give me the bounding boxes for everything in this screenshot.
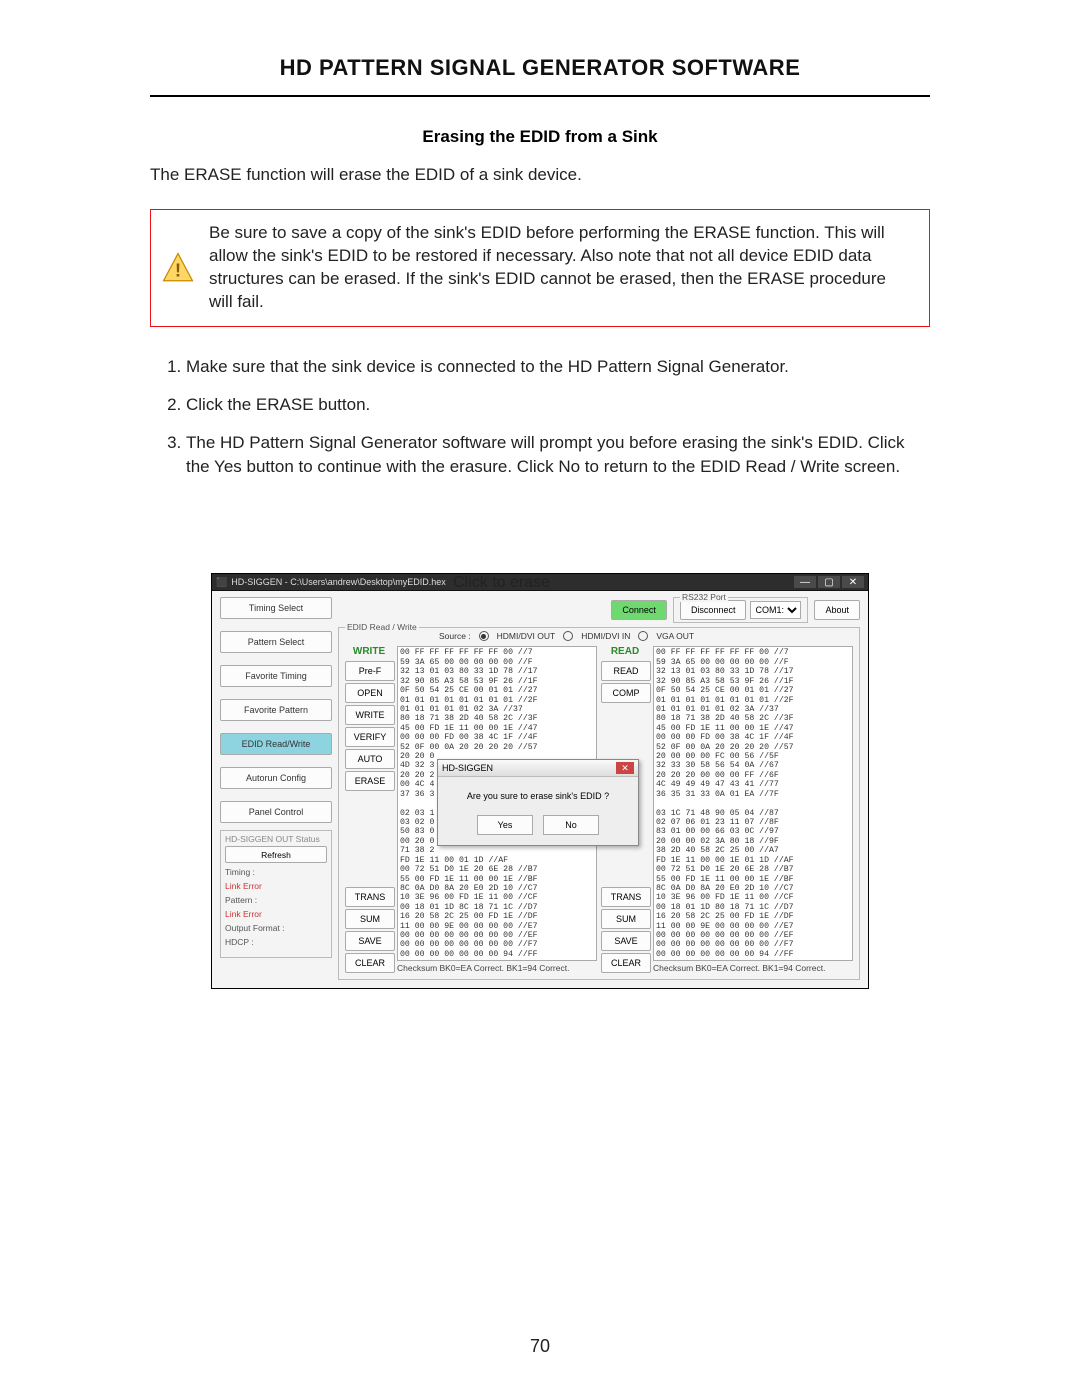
dialog-message: Are you sure to erase sink's EDID ? bbox=[446, 791, 630, 801]
warning-box: ! Be sure to save a copy of the sink's E… bbox=[150, 209, 930, 327]
dialog-no-button[interactable]: No bbox=[543, 815, 599, 835]
read-clear-button[interactable]: CLEAR bbox=[601, 953, 651, 973]
write-button-column: WRITE Pre-F OPEN WRITE VERIFY AUTO ERASE… bbox=[345, 646, 393, 973]
status-output: Output Format : bbox=[225, 923, 327, 933]
write-trans-button[interactable]: TRANS bbox=[345, 887, 395, 907]
connect-button[interactable]: Connect bbox=[611, 600, 667, 620]
rs232-group: RS232 Port Disconnect COM1: bbox=[673, 597, 809, 623]
page-header: HD PATTERN SIGNAL GENERATOR SOFTWARE bbox=[150, 55, 930, 81]
disconnect-button[interactable]: Disconnect bbox=[680, 600, 747, 620]
sidebar-autorun-config[interactable]: Autorun Config bbox=[220, 767, 332, 789]
svg-text:!: ! bbox=[175, 260, 181, 281]
status-pattern: Pattern : bbox=[225, 895, 327, 905]
status-hdcp: HDCP : bbox=[225, 937, 327, 947]
warning-icon: ! bbox=[161, 251, 195, 285]
step-3: The HD Pattern Signal Generator software… bbox=[186, 431, 930, 479]
write-open-button[interactable]: OPEN bbox=[345, 683, 395, 703]
dialog-title: HD-SIGGEN bbox=[442, 763, 493, 773]
sidebar: Timing Select Pattern Select Favorite Ti… bbox=[220, 597, 332, 980]
write-write-button[interactable]: WRITE bbox=[345, 705, 395, 725]
write-auto-button[interactable]: AUTO bbox=[345, 749, 395, 769]
write-label: WRITE bbox=[345, 646, 393, 657]
app-window: ⬛ HD-SIGGEN - C:\Users\andrew\Desktop\my… bbox=[211, 573, 869, 989]
radio-hdmi-in[interactable] bbox=[563, 631, 573, 641]
write-sum-button[interactable]: SUM bbox=[345, 909, 395, 929]
read-trans-button[interactable]: TRANS bbox=[601, 887, 651, 907]
refresh-button[interactable]: Refresh bbox=[225, 846, 327, 863]
dialog-close-button[interactable]: ✕ bbox=[616, 762, 634, 774]
sidebar-favorite-timing[interactable]: Favorite Timing bbox=[220, 665, 332, 687]
intro-text: The ERASE function will erase the EDID o… bbox=[150, 165, 930, 185]
status-panel: HD-SIGGEN OUT Status Refresh Timing : Li… bbox=[220, 830, 332, 958]
confirm-dialog: HD-SIGGEN ✕ Are you sure to erase sink's… bbox=[437, 759, 639, 846]
read-sum-button[interactable]: SUM bbox=[601, 909, 651, 929]
section-title: Erasing the EDID from a Sink bbox=[150, 127, 930, 147]
sidebar-panel-control[interactable]: Panel Control bbox=[220, 801, 332, 823]
read-comp-button[interactable]: COMP bbox=[601, 683, 651, 703]
read-label: READ bbox=[601, 646, 649, 657]
source-row: Source : HDMI/DVI OUT HDMI/DVI IN VGA OU… bbox=[439, 631, 694, 641]
app-icon: ⬛ bbox=[216, 577, 227, 588]
page-number: 70 bbox=[0, 1336, 1080, 1357]
radio-hdmi-out[interactable] bbox=[479, 631, 489, 641]
status-link-error-1: Link Error bbox=[225, 881, 327, 891]
radio-vga-out[interactable] bbox=[638, 631, 648, 641]
dialog-titlebar: HD-SIGGEN ✕ bbox=[438, 760, 638, 777]
write-checksum: Checksum BK0=EA Correct. BK1=94 Correct. bbox=[397, 963, 597, 973]
minimize-button[interactable]: — bbox=[794, 576, 816, 588]
callout: Click to erasethe sink's EDID ⬛ HD-SIGGE… bbox=[150, 573, 930, 989]
sidebar-edid-readwrite[interactable]: EDID Read/Write bbox=[220, 733, 332, 755]
write-pre-f-button[interactable]: Pre-F bbox=[345, 661, 395, 681]
write-verify-button[interactable]: VERIFY bbox=[345, 727, 395, 747]
dialog-yes-button[interactable]: Yes bbox=[477, 815, 533, 835]
com-port-select[interactable]: COM1: bbox=[750, 601, 801, 619]
sidebar-timing-select[interactable]: Timing Select bbox=[220, 597, 332, 619]
close-button[interactable]: ✕ bbox=[842, 576, 864, 588]
about-button[interactable]: About bbox=[814, 600, 860, 620]
status-link-error-2: Link Error bbox=[225, 909, 327, 919]
step-1: Make sure that the sink device is connec… bbox=[186, 355, 930, 379]
read-hex-area[interactable]: 00 FF FF FF FF FF FF 00 //7 59 3A 65 00 … bbox=[653, 646, 853, 961]
status-title: HD-SIGGEN OUT Status bbox=[225, 834, 327, 844]
sidebar-favorite-pattern[interactable]: Favorite Pattern bbox=[220, 699, 332, 721]
write-save-button[interactable]: SAVE bbox=[345, 931, 395, 951]
step-2: Click the ERASE button. bbox=[186, 393, 930, 417]
read-save-button[interactable]: SAVE bbox=[601, 931, 651, 951]
maximize-button[interactable]: ▢ bbox=[818, 576, 840, 588]
steps-list: Make sure that the sink device is connec… bbox=[150, 355, 930, 478]
write-clear-button[interactable]: CLEAR bbox=[345, 953, 395, 973]
sidebar-pattern-select[interactable]: Pattern Select bbox=[220, 631, 332, 653]
write-erase-button[interactable]: ERASE bbox=[345, 771, 395, 791]
warning-text: Be sure to save a copy of the sink's EDI… bbox=[209, 222, 911, 314]
header-underline bbox=[150, 95, 930, 97]
read-read-button[interactable]: READ bbox=[601, 661, 651, 681]
read-checksum: Checksum BK0=EA Correct. BK1=94 Correct. bbox=[653, 963, 853, 973]
status-timing: Timing : bbox=[225, 867, 327, 877]
